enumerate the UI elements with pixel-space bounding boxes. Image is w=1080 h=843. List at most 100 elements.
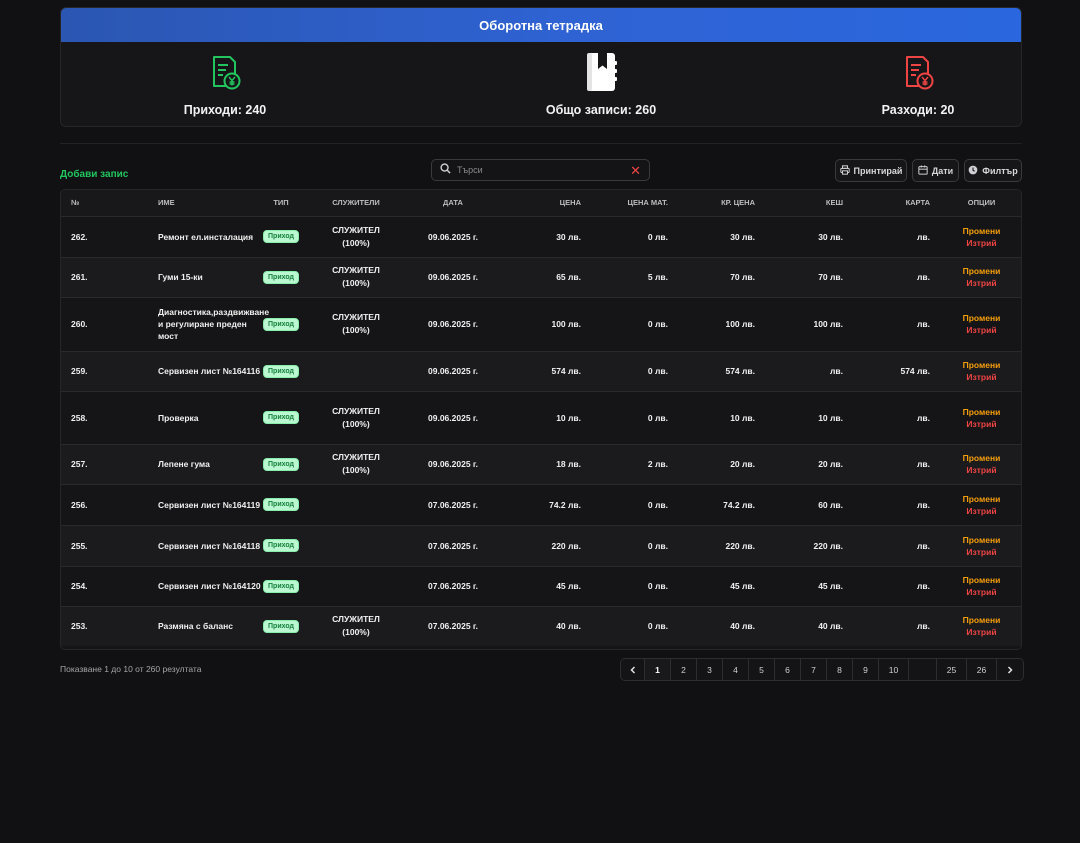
row-cash: 60 лв. — [765, 484, 853, 526]
row-type: Приход — [261, 444, 301, 485]
search-input[interactable] — [457, 165, 631, 175]
clear-search-icon[interactable]: ✕ — [630, 164, 641, 177]
edit-button[interactable]: Промени — [940, 313, 1021, 323]
divider — [60, 143, 1022, 144]
edit-button[interactable]: Промени — [940, 266, 1021, 276]
row-material-price: 0 лв. — [591, 297, 678, 352]
edit-button[interactable]: Промени — [940, 360, 1021, 370]
row-price: 220 лв. — [495, 525, 591, 567]
delete-button[interactable]: Изтрий — [940, 238, 1021, 248]
row-final-price: 40 лв. — [678, 606, 765, 646]
page-button[interactable]: 5 — [749, 659, 775, 680]
row-final-price: 30 лв. — [678, 216, 765, 258]
page-button[interactable]: 1 — [645, 659, 671, 680]
prev-page-icon[interactable] — [621, 659, 645, 680]
delete-button[interactable]: Изтрий — [940, 419, 1021, 429]
records-table: № Име Тип Служители Дата Цена Цена мат. … — [60, 189, 1022, 650]
col-number[interactable]: № — [61, 190, 148, 217]
table-row: 257. Лепене гума Приход СЛУЖИТЕЛ (100%) 09.0… — [61, 444, 1021, 485]
page-button[interactable]: 7 — [801, 659, 827, 680]
search-icon — [440, 161, 451, 179]
search-box: ✕ — [431, 159, 650, 181]
edit-button[interactable]: Промени — [940, 494, 1021, 504]
col-type[interactable]: Тип — [261, 190, 301, 217]
row-employee — [301, 566, 411, 607]
expense-stat: Разходи: 20 — [788, 50, 1021, 117]
row-name: Сервизен лист №164116 — [148, 351, 261, 392]
printer-icon — [839, 164, 850, 177]
col-card[interactable]: Карта — [853, 190, 940, 217]
row-material-price: 0 лв. — [591, 606, 678, 646]
page-button[interactable]: 2 — [671, 659, 697, 680]
row-material-price: 0 лв. — [591, 391, 678, 445]
col-employees[interactable]: Служители — [301, 190, 411, 217]
row-card: лв. — [853, 297, 940, 352]
row-material-price: 0 лв. — [591, 484, 678, 526]
page-button[interactable]: 8 — [827, 659, 853, 680]
row-price: 74.2 лв. — [495, 484, 591, 526]
next-page-icon[interactable] — [997, 659, 1023, 680]
col-material-price[interactable]: Цена мат. — [591, 190, 678, 217]
col-price[interactable]: Цена — [495, 190, 591, 217]
page-button[interactable]: 25 — [937, 659, 967, 680]
total-label: Общо записи: 260 — [545, 103, 657, 117]
row-date: 09.06.2025 г. — [411, 297, 495, 352]
edit-button[interactable]: Промени — [940, 615, 1021, 625]
row-date: 07.06.2025 г. — [411, 566, 495, 607]
delete-button[interactable]: Изтрий — [940, 587, 1021, 597]
page-button[interactable]: 10 — [879, 659, 909, 680]
row-material-price: 0 лв. — [591, 566, 678, 607]
row-final-price: 220 лв. — [678, 525, 765, 567]
edit-button[interactable]: Промени — [940, 453, 1021, 463]
delete-button[interactable]: Изтрий — [940, 627, 1021, 637]
row-options: Промени Изтрий — [940, 566, 1021, 607]
row-name: Лепене гума — [148, 444, 261, 485]
row-name: Гуми 15-ки — [148, 257, 261, 298]
row-type: Приход — [261, 257, 301, 298]
delete-button[interactable]: Изтрий — [940, 325, 1021, 335]
row-date: 07.06.2025 г. — [411, 525, 495, 567]
page-button[interactable]: 6 — [775, 659, 801, 680]
delete-button[interactable]: Изтрий — [940, 506, 1021, 516]
edit-button[interactable]: Промени — [940, 535, 1021, 545]
col-cash[interactable]: Кеш — [765, 190, 853, 217]
row-employee: СЛУЖИТЕЛ (100%) — [301, 216, 411, 258]
edit-button[interactable]: Промени — [940, 575, 1021, 585]
delete-button[interactable]: Изтрий — [940, 372, 1021, 382]
delete-button[interactable]: Изтрий — [940, 547, 1021, 557]
print-label: Принтирай — [853, 165, 903, 176]
col-name[interactable]: Име — [148, 190, 261, 217]
col-final-price[interactable]: Кр. цена — [678, 190, 765, 217]
row-cash: 10 лв. — [765, 391, 853, 445]
delete-button[interactable]: Изтрий — [940, 465, 1021, 475]
income-label: Приходи: 240 — [183, 103, 267, 117]
stats-row: Приходи: 240 Общо записи: 260 Разходи: 2… — [61, 42, 1021, 126]
filter-button[interactable]: Филтър — [964, 159, 1022, 182]
row-number: 261. — [61, 257, 148, 298]
delete-button[interactable]: Изтрий — [940, 278, 1021, 288]
print-button[interactable]: Принтирай — [835, 159, 907, 182]
filter-label: Филтър — [982, 165, 1018, 176]
row-price: 40 лв. — [495, 606, 591, 646]
row-name: Проверка — [148, 391, 261, 445]
row-type: Приход — [261, 525, 301, 567]
add-record-button[interactable]: Добави запис — [60, 169, 128, 180]
type-badge: Приход — [263, 270, 299, 284]
row-cash: 40 лв. — [765, 606, 853, 646]
dates-button[interactable]: Дати — [912, 159, 959, 182]
page-button[interactable]: 26 — [967, 659, 997, 680]
row-card: лв. — [853, 566, 940, 607]
edit-button[interactable]: Промени — [940, 226, 1021, 236]
row-card: лв. — [853, 216, 940, 258]
edit-button[interactable]: Промени — [940, 407, 1021, 417]
page-button[interactable]: 4 — [723, 659, 749, 680]
row-options: Промени Изтрий — [940, 216, 1021, 258]
row-price: 574 лв. — [495, 351, 591, 392]
col-date[interactable]: Дата — [411, 190, 495, 217]
page-button[interactable]: 9 — [853, 659, 879, 680]
row-name: Размяна с баланс — [148, 606, 261, 646]
total-stat: Общо записи: 260 — [471, 50, 731, 117]
table-row: 260. Диагностика,раздвижване и регулиране… — [61, 297, 1021, 352]
page-button[interactable]: 3 — [697, 659, 723, 680]
row-material-price: 5 лв. — [591, 257, 678, 298]
